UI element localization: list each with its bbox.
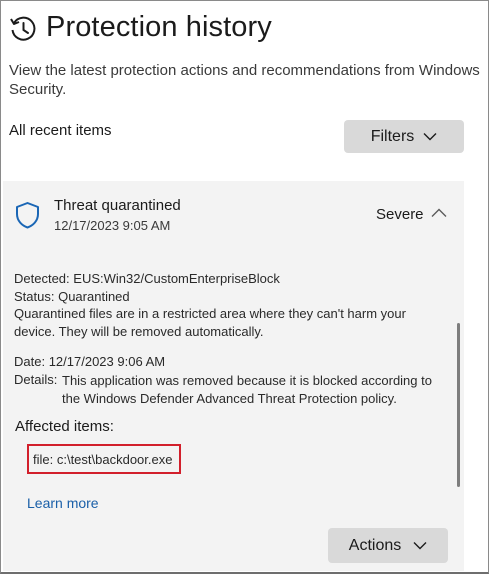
- detected-value: EUS:Win32/CustomEnterpriseBlock: [73, 271, 280, 286]
- status-description: Quarantined files are in a restricted ar…: [14, 306, 406, 339]
- details-label: Details:: [14, 372, 58, 387]
- protection-history-window: Protection history View the latest prote…: [0, 0, 489, 574]
- status-value: Quarantined: [58, 289, 130, 304]
- chevron-down-icon: [423, 133, 437, 141]
- recent-items-label: All recent items: [9, 122, 112, 139]
- threat-timestamp: 12/17/2023 9:05 AM: [54, 218, 171, 233]
- filters-button-label: Filters: [370, 127, 415, 145]
- detected-label: Detected:: [14, 271, 70, 286]
- filters-button[interactable]: Filters: [344, 120, 464, 153]
- status-label: Status:: [14, 289, 55, 304]
- status-row: Status: Quarantined: [14, 289, 130, 304]
- chevron-down-icon: [413, 542, 427, 550]
- affected-item-file: file: c:\test\backdoor.exe: [27, 444, 181, 474]
- details-value: This application was removed because it …: [62, 373, 432, 406]
- page-title: Protection history: [46, 11, 272, 43]
- date-label: Date:: [14, 354, 46, 369]
- chevron-up-icon[interactable]: [431, 208, 447, 218]
- severity-label: Severe: [376, 206, 424, 223]
- page-subtitle: View the latest protection actions and r…: [9, 62, 480, 98]
- date-row: Date: 12/17/2023 9:06 AM: [14, 354, 165, 369]
- shield-icon: [16, 202, 39, 229]
- actions-button[interactable]: Actions: [328, 528, 448, 563]
- affected-items-label: Affected items:: [15, 418, 114, 435]
- history-clock-icon: [10, 16, 36, 41]
- actions-button-label: Actions: [348, 536, 402, 554]
- date-value: 12/17/2023 9:06 AM: [48, 354, 166, 369]
- learn-more-link[interactable]: Learn more: [27, 495, 99, 511]
- threat-card: Threat quarantined 12/17/2023 9:05 AM Se…: [3, 181, 464, 571]
- scrollbar-thumb[interactable]: [457, 323, 460, 487]
- detected-row: Detected: EUS:Win32/CustomEnterpriseBloc…: [14, 271, 280, 286]
- threat-card-header[interactable]: Threat quarantined 12/17/2023 9:05 AM Se…: [3, 181, 464, 243]
- threat-title: Threat quarantined: [54, 197, 181, 214]
